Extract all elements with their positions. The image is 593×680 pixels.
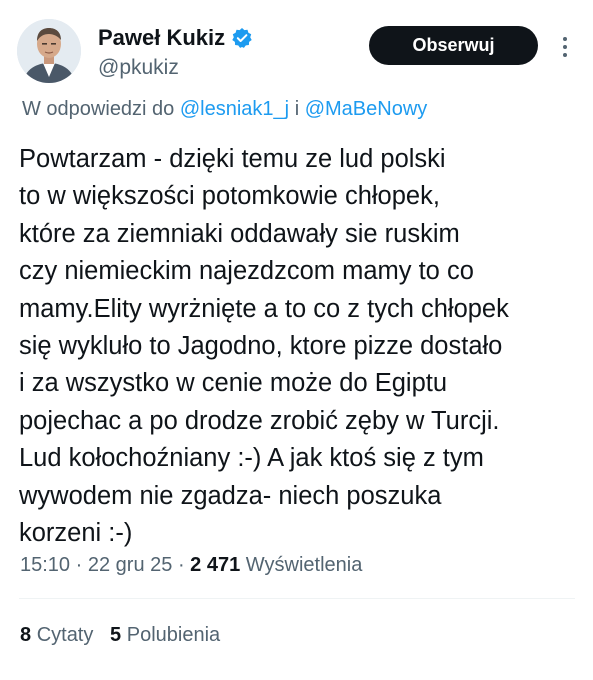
tweet-text-line: korzeni :-)	[19, 519, 133, 548]
views-count: 2 471	[190, 554, 241, 576]
user-handle[interactable]: @pkukiz	[98, 56, 253, 80]
more-vertical-icon[interactable]	[554, 30, 576, 64]
tweet-text-line: i za wszystko w cenie może do Egiptu	[19, 369, 448, 398]
tweet-time[interactable]: 15:10	[20, 554, 70, 576]
tweet-date[interactable]: 22 gru 25	[88, 554, 173, 576]
follow-button[interactable]: Obserwuj	[369, 26, 538, 65]
tweet-text-line: pojechac a po drodze zrobić zęby w Turcj…	[19, 406, 500, 435]
likes-label: Polubienia	[126, 624, 221, 646]
reply-prefix: W odpowiedzi do	[22, 98, 175, 120]
tweet-text-line: to w większości potomkowie chłopek,	[19, 182, 440, 211]
tweet-text-line: mamy.Elity wyrżnięte a to co z tych chło…	[19, 294, 509, 323]
mention-mabenowy[interactable]: @MaBeNowy	[305, 98, 428, 120]
quotes-count: 8	[20, 624, 32, 646]
tweet-text-line: wywodem nie zgadza- niech poszuka	[19, 481, 442, 510]
verified-badge-icon[interactable]	[231, 27, 253, 49]
tweet: Paweł Kukiz @pkukiz Obserwuj W odpowiedz…	[0, 0, 593, 680]
tweet-text-line: które za ziemniaki oddawały sie ruskim	[19, 219, 460, 248]
tweet-text-line: Lud kołochoźniany :-) A jak ktoś się z t…	[19, 444, 484, 473]
profile-photo	[17, 19, 81, 83]
quotes-label: Cytaty	[36, 624, 94, 646]
author-block: Paweł Kukiz @pkukiz	[98, 24, 253, 80]
engagement-stats: 8 Cytaty 5 Polubienia	[20, 624, 220, 647]
tweet-meta: 15:10 · 22 gru 25 · 2 471 Wyświetlenia	[20, 554, 362, 577]
name-row: Paweł Kukiz	[98, 24, 253, 52]
quotes-link[interactable]: 8 Cytaty	[20, 624, 93, 646]
reply-conjunction: i	[294, 98, 300, 120]
tweet-text-line: czy niemieckim najezdzcom mamy to co	[19, 257, 474, 286]
tweet-text-line: Powtarzam - dzięki temu ze lud polski	[19, 145, 446, 173]
likes-link[interactable]: 5 Polubienia	[110, 624, 220, 646]
divider	[19, 598, 575, 599]
mention-lesniak[interactable]: @lesniak1_j	[180, 98, 289, 120]
display-name[interactable]: Paweł Kukiz	[98, 25, 225, 51]
avatar[interactable]	[17, 19, 81, 83]
likes-count: 5	[110, 624, 122, 646]
tweet-text: Powtarzam - dzięki temu ze lud polski to…	[19, 141, 579, 552]
reply-context: W odpowiedzi do @lesniak1_j i @MaBeNowy	[22, 98, 427, 121]
views-label: Wyświetlenia	[245, 554, 363, 576]
meta-separator: ·	[75, 554, 83, 576]
meta-separator: ·	[177, 554, 185, 576]
tweet-text-line: się wykluło to Jagodno, ktore pizze dost…	[19, 332, 503, 361]
